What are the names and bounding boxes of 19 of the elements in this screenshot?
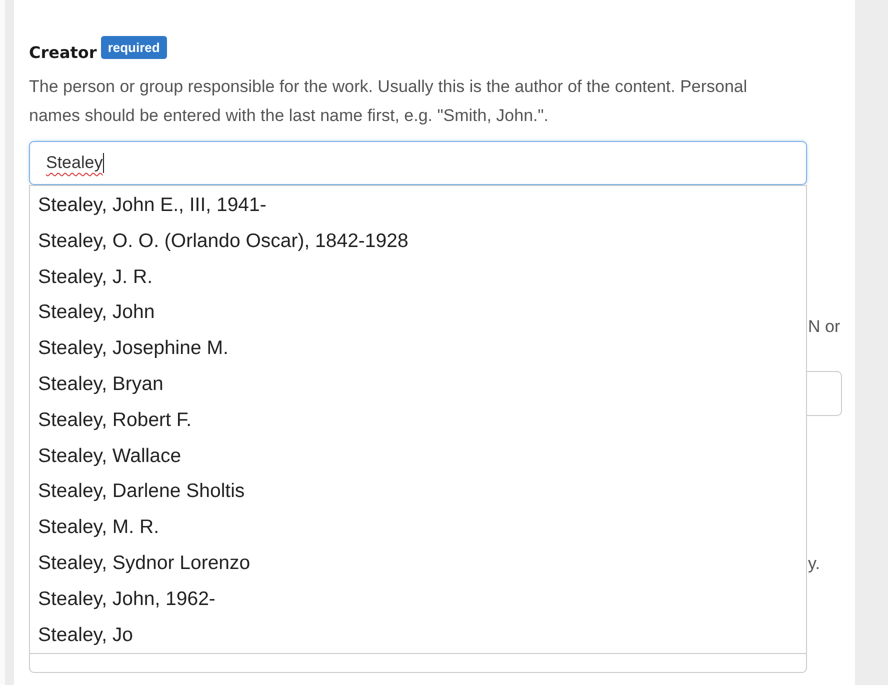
field-description: The person or group responsible for the work. Usually this is the author of the content. Personal names should be entered with the last name first, e.g. "Smith, John.". — [29, 76, 748, 127]
text-input-field[interactable]: Stealey — [29, 141, 807, 185]
suggestion-item[interactable]: Stealey, J. R. — [30, 260, 806, 296]
suggestion-item[interactable]: Stealey, M. R. — [30, 510, 806, 546]
field-label: Creator — [29, 42, 97, 62]
suggestion-item[interactable]: Stealey, Wallace — [30, 438, 806, 474]
suggestion-item[interactable]: Stealey, Robert F. — [30, 402, 806, 439]
description-text: y. — [808, 553, 820, 575]
suggestion-item[interactable]: Stealey, John, 1962- — [30, 582, 806, 618]
suggestion-item[interactable]: Stealey, Jo — [30, 618, 806, 654]
suggestion-item[interactable]: Stealey, John E., III, 1941- — [30, 188, 806, 224]
suggestion-item[interactable]: Stealey, John — [30, 295, 806, 332]
suggestion-item[interactable]: Stealey, Sydnor Lorenzo — [30, 546, 806, 582]
required-badge: required — [100, 36, 167, 58]
suggestion-item[interactable]: Stealey, Darlene Sholtis — [30, 474, 806, 510]
suggestion-item[interactable]: Stealey, O. O. (Orlando Oscar), 1842-1928 — [30, 224, 806, 260]
suggestion-item[interactable]: Stealey, Bryan — [30, 366, 806, 403]
description-text: N or — [808, 316, 840, 338]
suggestion-item[interactable]: Stealey, Josephine M. — [30, 331, 806, 367]
